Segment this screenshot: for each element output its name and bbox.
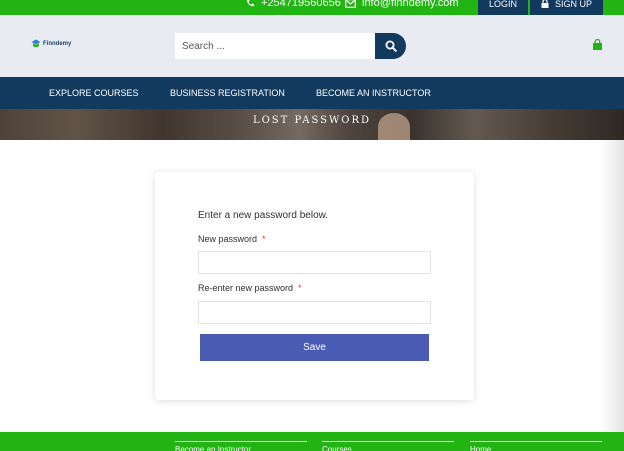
new-password-label: New password * xyxy=(198,234,266,244)
reset-password-card: Enter a new password below. New password… xyxy=(155,172,474,400)
page-banner: LOST PASSWORD xyxy=(0,109,624,140)
required-mark: * xyxy=(298,283,302,293)
form-intro: Enter a new password below. xyxy=(198,210,329,221)
site-footer: Become an Instructor Courses Home xyxy=(0,432,624,451)
save-button[interactable]: Save xyxy=(200,334,429,361)
signup-button[interactable]: SIGN UP xyxy=(530,0,603,15)
lock-icon xyxy=(541,0,549,8)
login-button[interactable]: LOGIN xyxy=(478,0,528,15)
phone-icon xyxy=(246,0,254,7)
nav-item-become-instructor[interactable]: BECOME AN INSTRUCTOR xyxy=(316,88,431,98)
phone-number: +254719560656 xyxy=(261,0,341,9)
footer-link-become-instructor[interactable]: Become an Instructor xyxy=(175,441,307,451)
new-password-label-text: New password xyxy=(198,234,258,244)
main-nav: EXPLORE COURSES BUSINESS REGISTRATION BE… xyxy=(0,77,624,109)
top-bar: +254719560656 info@finndemy.com LOGIN SI… xyxy=(0,0,624,15)
logo-icon xyxy=(31,39,41,48)
site-logo[interactable]: Finndemy xyxy=(31,39,71,49)
mail-icon xyxy=(345,0,356,8)
nav-item-explore-courses[interactable]: EXPLORE COURSES xyxy=(49,88,139,98)
logo-text: Finndemy xyxy=(43,41,72,47)
signup-label: SIGN UP xyxy=(554,0,592,9)
page-title: LOST PASSWORD xyxy=(252,115,372,126)
search-input[interactable] xyxy=(175,33,375,59)
search-button[interactable] xyxy=(375,33,406,59)
search-icon xyxy=(385,40,397,52)
cart-icon[interactable] xyxy=(592,38,603,56)
footer-link-home[interactable]: Home xyxy=(470,441,602,451)
required-mark: * xyxy=(262,234,266,244)
reenter-password-label-text: Re-enter new password xyxy=(198,283,294,293)
phone-contact[interactable]: +254719560656 xyxy=(245,0,341,9)
login-label: LOGIN xyxy=(488,0,517,9)
site-header: Finndemy xyxy=(0,15,624,77)
page-edge-shadow xyxy=(600,140,624,432)
reenter-password-label: Re-enter new password * xyxy=(198,283,302,293)
nav-item-business-registration[interactable]: BUSINESS REGISTRATION xyxy=(170,88,285,98)
reenter-password-field[interactable] xyxy=(198,301,431,324)
new-password-field[interactable] xyxy=(198,251,431,274)
footer-link-courses[interactable]: Courses xyxy=(322,441,454,451)
email-contact[interactable]: info@finndemy.com xyxy=(345,0,459,9)
email-address: info@finndemy.com xyxy=(362,0,459,9)
